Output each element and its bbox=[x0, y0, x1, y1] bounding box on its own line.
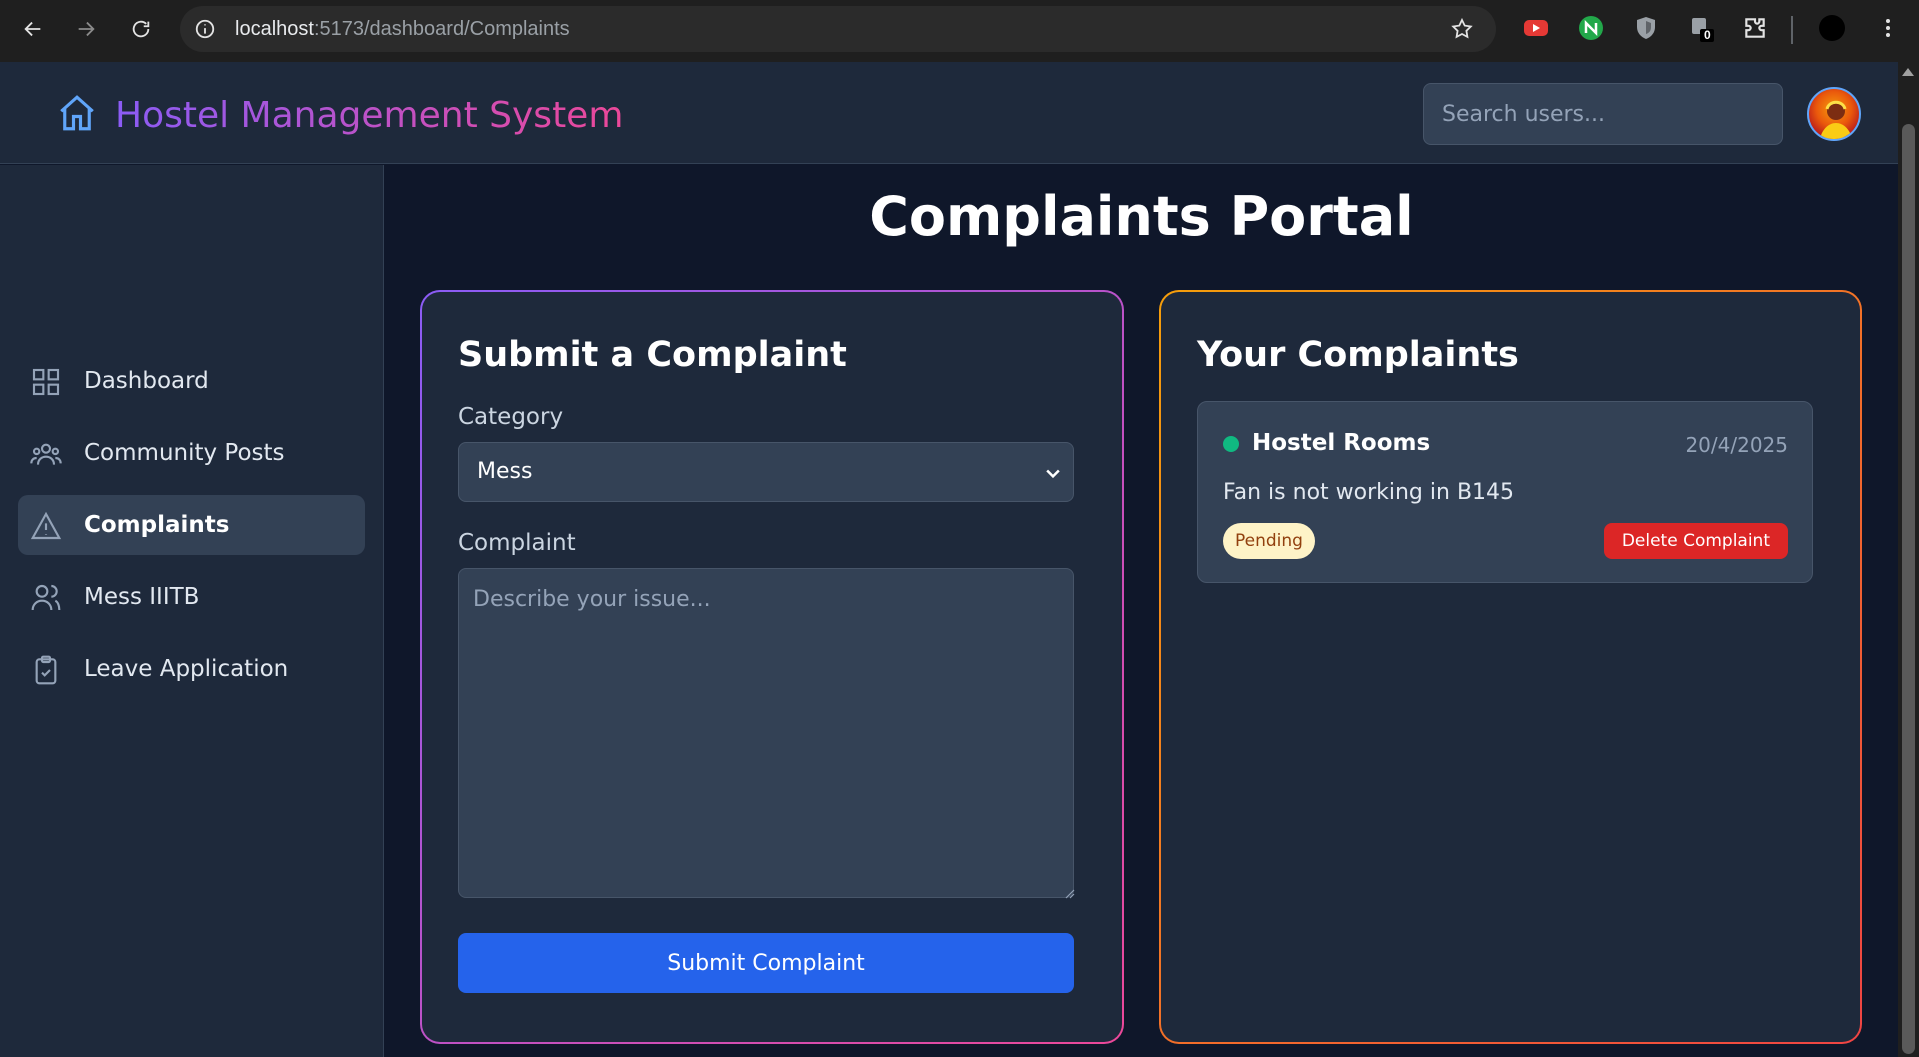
counter-extension-icon[interactable]: 0 bbox=[1687, 14, 1715, 42]
sidebar-item-label: Complaints bbox=[84, 512, 230, 538]
warning-triangle-icon bbox=[30, 511, 62, 540]
category-select[interactable]: Mess bbox=[458, 442, 1074, 502]
sidebar-item-dashboard[interactable]: Dashboard bbox=[18, 351, 365, 411]
home-icon[interactable] bbox=[56, 92, 98, 134]
sidebar-item-community-posts[interactable]: Community Posts bbox=[18, 423, 365, 483]
complaint-date: 20/4/2025 bbox=[1685, 433, 1788, 457]
sidebar-item-label: Dashboard bbox=[84, 368, 209, 394]
shield-extension-icon[interactable] bbox=[1632, 14, 1660, 42]
page-title: Complaints Portal bbox=[869, 185, 1414, 248]
youtube-extension-icon[interactable] bbox=[1522, 14, 1550, 42]
sidebar-item-label: Mess IIITB bbox=[84, 584, 200, 610]
bookmark-star-icon[interactable] bbox=[1450, 17, 1474, 41]
category-label: Category bbox=[458, 404, 564, 430]
grid-icon bbox=[32, 368, 60, 396]
sidebar: Dashboard Community Posts Complaints Mes… bbox=[0, 165, 384, 1057]
scroll-thumb[interactable] bbox=[1902, 124, 1915, 1054]
two-users-icon bbox=[31, 584, 61, 611]
status-dot bbox=[1223, 436, 1239, 452]
reload-icon[interactable] bbox=[124, 12, 158, 46]
clipboard-check-icon bbox=[35, 655, 57, 685]
complaint-item: Hostel Rooms 20/4/2025 Fan is not workin… bbox=[1197, 401, 1813, 583]
complaint-textarea[interactable] bbox=[458, 568, 1074, 898]
puzzle-extensions-icon[interactable] bbox=[1741, 14, 1769, 42]
page-scrollbar[interactable] bbox=[1898, 62, 1919, 1057]
complaint-text: Fan is not working in B145 bbox=[1223, 480, 1515, 505]
resize-grip-icon[interactable] bbox=[1063, 887, 1075, 899]
toolbar-divider bbox=[1791, 16, 1793, 44]
sidebar-item-label: Community Posts bbox=[84, 440, 285, 466]
category-selected-value: Mess bbox=[477, 459, 533, 484]
url-text: localhost:5173/dashboard/Complaints bbox=[235, 18, 570, 40]
site-info-icon[interactable] bbox=[194, 18, 216, 40]
submit-complaint-heading: Submit a Complaint bbox=[458, 335, 847, 375]
sidebar-item-complaints[interactable]: Complaints bbox=[18, 495, 365, 555]
submit-complaint-button[interactable]: Submit Complaint bbox=[458, 933, 1074, 993]
address-bar[interactable]: localhost:5173/dashboard/Complaints bbox=[180, 6, 1496, 52]
profile-icon[interactable] bbox=[1818, 14, 1846, 42]
sidebar-item-mess-iiitb[interactable]: Mess IIITB bbox=[18, 567, 365, 627]
sidebar-item-label: Leave Application bbox=[84, 656, 289, 682]
scroll-up-arrow-icon[interactable] bbox=[1902, 68, 1914, 76]
your-complaints-heading: Your Complaints bbox=[1197, 335, 1519, 375]
main-content: Complaints Portal Submit a Complaint Cat… bbox=[385, 165, 1898, 1057]
forward-icon[interactable] bbox=[69, 12, 103, 46]
user-avatar[interactable] bbox=[1807, 87, 1861, 141]
users-group-icon bbox=[30, 443, 62, 465]
n-extension-icon[interactable] bbox=[1577, 14, 1605, 42]
app-title[interactable]: Hostel Management System bbox=[115, 95, 623, 136]
extension-badge: 0 bbox=[1704, 28, 1711, 42]
back-icon[interactable] bbox=[16, 12, 50, 46]
your-complaints-card: Your Complaints Hostel Rooms 20/4/2025 F… bbox=[1159, 290, 1862, 1044]
complaint-category: Hostel Rooms bbox=[1252, 430, 1431, 456]
menu-kebab-icon[interactable] bbox=[1874, 14, 1902, 42]
delete-complaint-button[interactable]: Delete Complaint bbox=[1603, 523, 1788, 559]
status-badge: Pending bbox=[1223, 523, 1315, 559]
sidebar-item-leave-application[interactable]: Leave Application bbox=[18, 639, 365, 699]
search-users-input[interactable] bbox=[1423, 83, 1783, 145]
browser-toolbar: localhost:5173/dashboard/Complaints 0 bbox=[0, 0, 1919, 62]
chevron-down-icon bbox=[1046, 469, 1060, 479]
submit-complaint-card: Submit a Complaint Category Mess Complai… bbox=[420, 290, 1124, 1044]
complaint-label: Complaint bbox=[458, 530, 576, 556]
